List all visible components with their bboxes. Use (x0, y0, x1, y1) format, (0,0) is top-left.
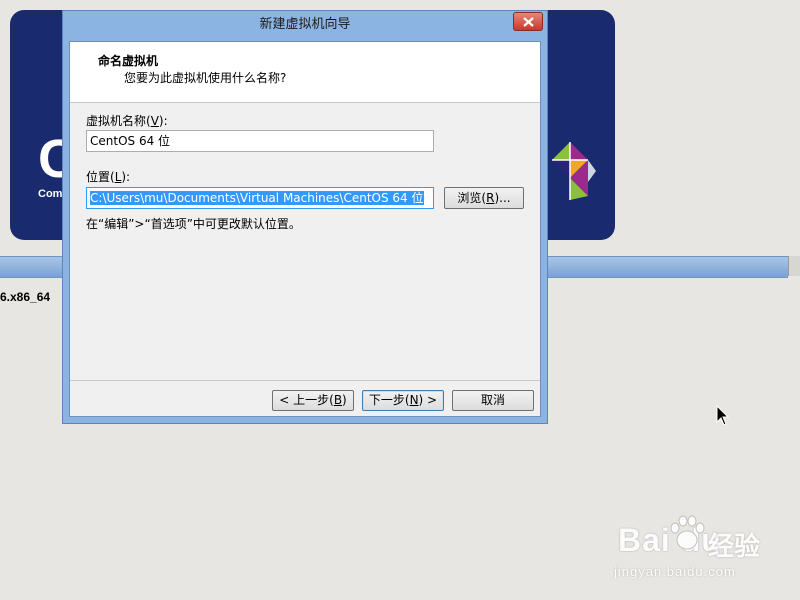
browse-button[interactable]: 浏览(R)... (444, 187, 524, 209)
watermark-brand-cn: 经验 (708, 532, 761, 562)
location-input-selected-text: C:\Users\mu\Documents\Virtual Machines\C… (90, 191, 424, 205)
vm-name-input[interactable]: CentOS 64 位 (86, 130, 434, 152)
back-button[interactable]: < 上一步(B) (272, 390, 354, 411)
default-location-hint: 在“编辑”>“首选项”中可更改默认位置。 (86, 217, 301, 231)
package-name-text: 6.x86_64 (0, 290, 51, 304)
vm-name-label: 虚拟机名称(V): (86, 114, 168, 128)
mouse-pointer-icon (716, 405, 729, 426)
location-label: 位置(L): (86, 170, 131, 184)
dialog-title[interactable]: 新建虚拟机向导 (63, 11, 547, 39)
baidu-watermark: Bai du 经验 jingyan.baidu.com (612, 512, 788, 582)
paw-icon (670, 515, 705, 550)
close-button[interactable] (513, 12, 543, 31)
wizard-header: 命名虚拟机 您要为此虚拟机使用什么名称? (70, 42, 540, 103)
page-subtitle: 您要为此虚拟机使用什么名称? (124, 71, 287, 85)
installer-logo-subtext: Com (38, 188, 63, 200)
close-icon (523, 17, 534, 27)
location-input[interactable]: C:\Users\mu\Documents\Virtual Machines\C… (86, 187, 434, 209)
page-title: 命名虚拟机 (98, 54, 159, 68)
new-vm-wizard-dialog: 新建虚拟机向导 命名虚拟机 您要为此虚拟机使用什么名称? 虚拟机名称(V): C… (62, 10, 548, 424)
install-progress-track-end (788, 256, 800, 276)
watermark-url: jingyan.baidu.com (614, 564, 736, 579)
cancel-button[interactable]: 取消 (452, 390, 534, 411)
next-button[interactable]: 下一步(N) > (362, 390, 444, 411)
centos-logo-icon (552, 142, 596, 200)
dialog-client-area: 命名虚拟机 您要为此虚拟机使用什么名称? 虚拟机名称(V): CentOS 64… (69, 41, 541, 417)
footer-separator (70, 380, 540, 381)
